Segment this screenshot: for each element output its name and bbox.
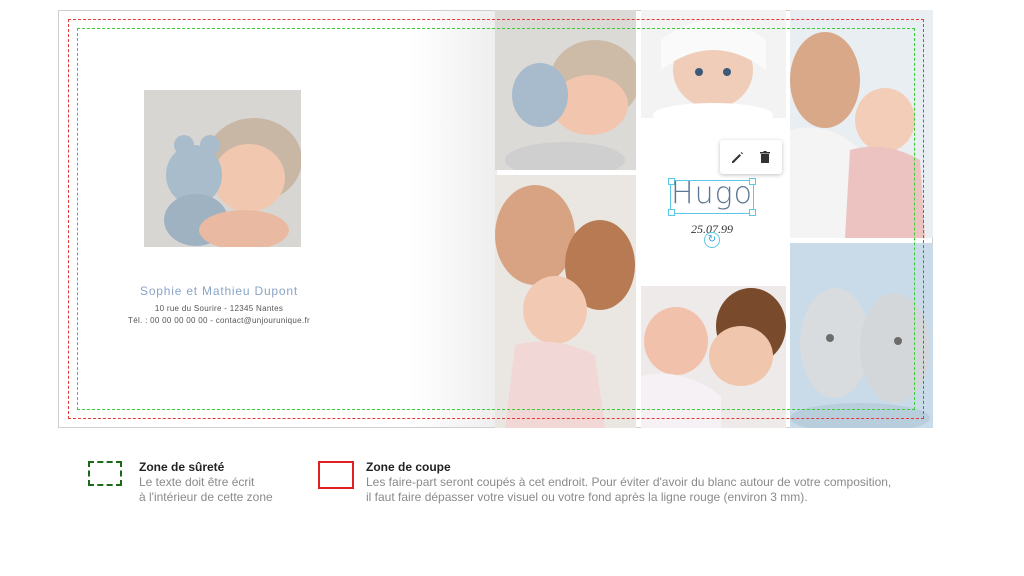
- family-name[interactable]: Sophie et Mathieu Dupont: [0, 284, 438, 298]
- element-toolbar: [720, 140, 782, 174]
- photo-baby-towel[interactable]: [641, 10, 786, 118]
- photo-newborn-teddy[interactable]: [144, 90, 301, 247]
- photo-parents-baby[interactable]: [495, 175, 636, 428]
- legend-cut-description: Les faire-part seront coupés à cet endro…: [366, 475, 891, 505]
- cut-zone-swatch-icon: [318, 461, 354, 489]
- address-line[interactable]: 10 rue du Sourire - 12345 Nantes: [0, 304, 438, 313]
- contact-line[interactable]: Tél. : 00 00 00 00 00 - contact@unjourun…: [0, 316, 438, 325]
- delete-button[interactable]: [756, 148, 774, 166]
- legend-safe-line2: à l'intérieur de cette zone: [139, 490, 273, 504]
- photo-father-baby[interactable]: [790, 10, 933, 238]
- photo-baby-slippers[interactable]: [790, 243, 933, 428]
- legend-safe-description: Le texte doit être écrit à l'intérieur d…: [139, 475, 273, 505]
- trash-icon: [760, 151, 770, 163]
- legend-cut-line1: Les faire-part seront coupés à cet endro…: [366, 475, 892, 489]
- legend-cut-title: Zone de coupe: [366, 460, 451, 474]
- legend-cut-line2: il faut faire dépasser votre visuel ou v…: [366, 490, 808, 504]
- legend-safe-title: Zone de sûreté: [139, 460, 225, 474]
- pencil-icon: [732, 152, 743, 163]
- rotate-handle-icon[interactable]: ↻: [704, 232, 720, 248]
- baby-name-text[interactable]: Hugo: [670, 176, 754, 211]
- legend-safe-line1: Le texte doit être écrit: [139, 475, 255, 489]
- edit-button[interactable]: [728, 148, 746, 166]
- photo-baby-teddy-sleeping[interactable]: [495, 10, 636, 170]
- photo-siblings[interactable]: [641, 286, 786, 428]
- safe-zone-swatch-icon: [88, 461, 122, 486]
